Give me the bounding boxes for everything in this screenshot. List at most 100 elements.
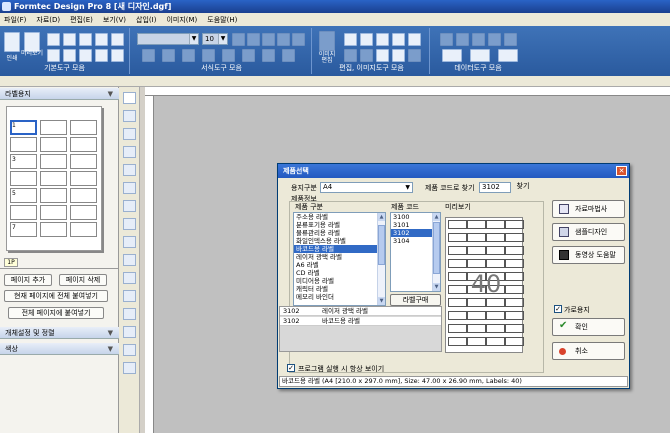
list-item[interactable]: CD 라벨 xyxy=(294,269,385,277)
photo-icon[interactable] xyxy=(123,344,136,356)
table-icon[interactable] xyxy=(123,272,136,284)
data-prev-icon[interactable] xyxy=(472,33,485,46)
line-icon[interactable] xyxy=(123,236,136,248)
zoom-fit-icon[interactable] xyxy=(111,49,124,62)
label-cell[interactable] xyxy=(10,171,37,186)
italic-icon[interactable] xyxy=(247,33,260,46)
lock-icon[interactable] xyxy=(408,49,421,62)
show-at-startup-checkbox[interactable]: ✓ xyxy=(287,364,295,372)
text-icon[interactable] xyxy=(123,128,136,140)
list-item[interactable]: 레이저 광택 라벨 xyxy=(294,253,385,261)
shape-icon[interactable] xyxy=(123,254,136,266)
data-search-icon[interactable] xyxy=(498,49,518,62)
list-item[interactable]: 바코드용 라벨 xyxy=(294,245,385,253)
barcode-icon[interactable] xyxy=(123,200,136,212)
product-code-input[interactable]: 3102 xyxy=(479,182,511,193)
chevron-up-icon[interactable]: ▲ xyxy=(378,213,385,221)
ok-button[interactable]: ✔ 확인 xyxy=(552,318,625,336)
align-left-icon[interactable] xyxy=(142,49,155,62)
list-item[interactable]: 캐릭터 라벨 xyxy=(294,285,385,293)
label-page-thumbnail[interactable]: 1 3 5 7 xyxy=(6,106,102,251)
label-cell[interactable] xyxy=(70,188,97,203)
list-item[interactable]: 분류표기용 라벨 xyxy=(294,221,385,229)
menu-image[interactable]: 이미지(M) xyxy=(166,15,197,25)
list-item[interactable]: 화일인덱스용 라벨 xyxy=(294,237,385,245)
landscape-checkbox[interactable]: ✓ xyxy=(554,305,562,313)
list-item[interactable]: 물류관리용 라벨 xyxy=(294,229,385,237)
label-cell[interactable] xyxy=(40,222,67,237)
label-cell[interactable] xyxy=(10,137,37,152)
save-icon[interactable] xyxy=(79,33,92,46)
paste-icon[interactable] xyxy=(360,33,373,46)
database-icon[interactable] xyxy=(470,49,490,62)
menu-help[interactable]: 도움말(H) xyxy=(207,15,237,25)
category-list[interactable]: 주소용 라벨 분류표기용 라벨 물류관리용 라벨 화일인덱스용 라벨 바코드용 … xyxy=(293,212,386,306)
redo-icon[interactable] xyxy=(392,49,405,62)
menu-file[interactable]: 파일(F) xyxy=(4,15,26,25)
menu-insert[interactable]: 삽입(I) xyxy=(136,15,156,25)
chevron-up-icon[interactable]: ▲ xyxy=(433,213,440,221)
align-middle-icon[interactable] xyxy=(222,49,235,62)
text-shadow-icon[interactable] xyxy=(292,33,305,46)
clipboard-icon[interactable] xyxy=(392,33,405,46)
cancel-button[interactable]: 취소 xyxy=(552,342,625,360)
label-purchase-button[interactable]: 라벨구매 xyxy=(390,294,441,306)
list-item[interactable]: 주소용 라벨 xyxy=(294,213,385,221)
ungroup-icon[interactable] xyxy=(360,49,373,62)
category-scrollbar[interactable]: ▲ ▼ xyxy=(377,213,385,305)
copy-icon[interactable] xyxy=(344,33,357,46)
label-cell[interactable] xyxy=(10,205,37,220)
clipart-icon[interactable] xyxy=(123,308,136,320)
menu-edit[interactable]: 편집(E) xyxy=(70,15,93,25)
gradient-icon[interactable] xyxy=(123,290,136,302)
strikethrough-icon[interactable] xyxy=(277,33,290,46)
label-cell[interactable] xyxy=(70,154,97,169)
delete-page-button[interactable]: 페이지 삭제 xyxy=(59,274,107,286)
product-code-list[interactable]: 3100 3101 3102 3104 ▲ ▼ xyxy=(390,212,441,292)
bold-icon[interactable] xyxy=(232,33,245,46)
excel-icon[interactable] xyxy=(111,33,124,46)
table-row[interactable]: 3102 바코드용 라벨 xyxy=(280,317,441,326)
font-size-select[interactable]: 10 ▼ xyxy=(202,33,228,45)
line-spacing-icon[interactable] xyxy=(282,49,295,62)
merge-field-icon[interactable] xyxy=(442,49,462,62)
serial-number-icon[interactable] xyxy=(123,164,136,176)
label-cell[interactable] xyxy=(40,137,67,152)
color-header[interactable]: 색상 ▼ xyxy=(0,343,119,355)
list-item[interactable]: 미디어용 라벨 xyxy=(294,277,385,285)
data-next-icon[interactable] xyxy=(488,33,501,46)
code-scrollbar[interactable]: ▲ ▼ xyxy=(432,213,440,291)
list-item[interactable]: 메모리 바인더 xyxy=(294,293,385,301)
font-family-select[interactable]: ▼ xyxy=(137,33,199,45)
add-page-button[interactable]: 페이지 추가 xyxy=(4,274,52,286)
table-row[interactable]: 3102 레이저 광택 라벨 xyxy=(280,307,441,316)
delete-icon[interactable] xyxy=(408,33,421,46)
menu-view[interactable]: 보기(V) xyxy=(103,15,126,25)
align-right-icon[interactable] xyxy=(182,49,195,62)
vertical-text-icon[interactable] xyxy=(123,146,136,158)
label-paper-header[interactable]: 라벨용지 ▼ xyxy=(0,88,119,100)
undo-icon[interactable] xyxy=(376,49,389,62)
cut-icon[interactable] xyxy=(376,33,389,46)
zoom-in-icon[interactable] xyxy=(79,49,92,62)
background-icon[interactable] xyxy=(123,326,136,338)
barcode-2d-icon[interactable] xyxy=(123,218,136,230)
align-top-icon[interactable] xyxy=(202,49,215,62)
paste-all-current-button[interactable]: 현재 페이지에 전체 붙여넣기 xyxy=(4,290,108,302)
scroll-thumb[interactable] xyxy=(433,222,440,274)
data-wizard-button[interactable]: 자료마법사 xyxy=(552,200,625,218)
label-cell[interactable] xyxy=(70,222,97,237)
image-edit-icon[interactable] xyxy=(319,31,335,51)
label-cell[interactable] xyxy=(40,188,67,203)
align-bottom-icon[interactable] xyxy=(242,49,255,62)
label-cell[interactable] xyxy=(40,171,67,186)
label-cell[interactable] xyxy=(70,120,97,135)
label-cell[interactable] xyxy=(70,137,97,152)
label-cell[interactable] xyxy=(40,205,67,220)
print-icon[interactable] xyxy=(4,32,20,52)
find-button[interactable]: 찾기 xyxy=(514,181,532,193)
data-table-icon[interactable] xyxy=(440,33,453,46)
zoom-out-icon[interactable] xyxy=(95,49,108,62)
image-insert-icon[interactable] xyxy=(123,110,136,122)
chevron-down-icon[interactable]: ▼ xyxy=(433,283,440,291)
